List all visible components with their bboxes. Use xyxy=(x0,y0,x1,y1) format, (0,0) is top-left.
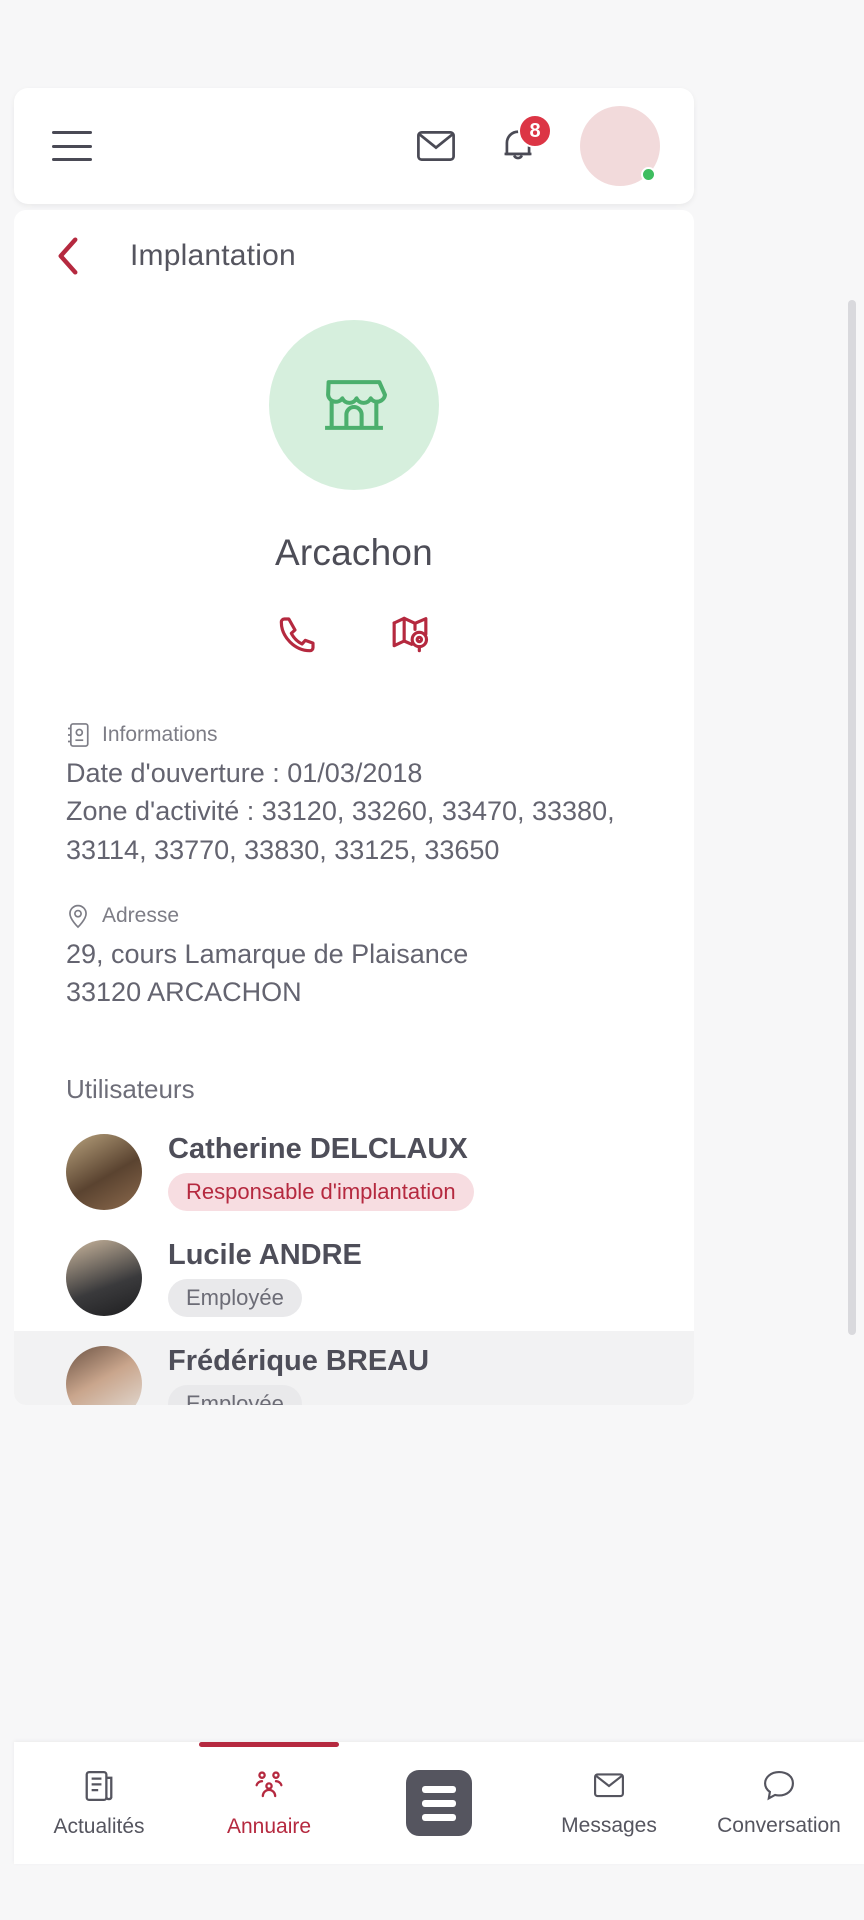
page-title: Implantation xyxy=(130,239,296,273)
user-name: Lucile ANDRE xyxy=(168,1239,362,1272)
fab-line xyxy=(422,1800,456,1807)
online-status-dot xyxy=(641,167,656,182)
news-icon xyxy=(82,1768,116,1804)
map-icon[interactable] xyxy=(382,606,438,662)
fab-line xyxy=(422,1786,456,1793)
address-line-1: 29, cours Lamarque de Plaisance xyxy=(66,935,642,973)
avatar xyxy=(66,1346,142,1405)
list-item[interactable]: Lucile ANDRE Employée xyxy=(14,1225,694,1331)
informations-heading: Informations xyxy=(66,722,642,748)
store-name: Arcachon xyxy=(275,532,433,574)
status-badge: Employée xyxy=(168,1385,302,1405)
active-tab-indicator xyxy=(199,1742,339,1747)
app-header: 8 xyxy=(14,88,694,204)
bell-icon[interactable]: 8 xyxy=(498,126,538,166)
informations-label: Informations xyxy=(102,723,218,747)
address-line-2: 33120 ARCACHON xyxy=(66,973,642,1011)
bottom-navigation: Actualités Annuaire xyxy=(14,1742,864,1864)
user-info: Lucile ANDRE Employée xyxy=(168,1239,362,1317)
list-item[interactable]: Frédérique BREAU Employée xyxy=(14,1331,694,1405)
chevron-left-icon[interactable] xyxy=(48,236,88,276)
nav-label: Actualités xyxy=(53,1815,144,1839)
app-screen: 8 Implantation xyxy=(0,0,864,1920)
nav-item-annuaire[interactable]: Annuaire xyxy=(184,1768,354,1839)
people-group-icon xyxy=(252,1768,286,1804)
nav-item-menu-fab[interactable] xyxy=(354,1770,524,1836)
phone-icon[interactable] xyxy=(270,606,326,662)
store-hero: Arcachon xyxy=(14,302,694,662)
chat-bubble-icon xyxy=(762,1769,796,1803)
nav-item-conversation[interactable]: Conversation xyxy=(694,1769,864,1838)
activity-zone-line-1: Zone d'activité : 33120, 33260, 33470, 3… xyxy=(66,792,642,830)
user-info: Frédérique BREAU Employée xyxy=(168,1345,429,1405)
notification-badge: 8 xyxy=(518,114,552,148)
user-name: Catherine DELCLAUX xyxy=(168,1133,474,1166)
store-actions xyxy=(270,606,438,662)
envelope-icon xyxy=(592,1769,626,1803)
vertical-scrollbar[interactable] xyxy=(848,300,856,1335)
user-name: Frédérique BREAU xyxy=(168,1345,429,1378)
address-section: Adresse 29, cours Lamarque de Plaisance … xyxy=(66,903,642,1012)
avatar xyxy=(66,1240,142,1316)
hamburger-line xyxy=(52,158,92,161)
hamburger-menu-icon[interactable] xyxy=(52,131,92,161)
hamburger-line xyxy=(52,145,92,148)
hamburger-line xyxy=(52,131,92,134)
nav-label: Annuaire xyxy=(227,1815,311,1839)
address-heading: Adresse xyxy=(66,903,642,929)
storefront-icon xyxy=(269,320,439,490)
header-actions: 8 xyxy=(416,106,660,186)
content-card: Implantation Arcachon xyxy=(14,210,694,1405)
menu-fab-icon[interactable] xyxy=(406,1770,472,1836)
avatar xyxy=(66,1134,142,1210)
status-badge: Responsable d'implantation xyxy=(168,1173,474,1211)
status-badge: Employée xyxy=(168,1279,302,1317)
envelope-icon[interactable] xyxy=(416,126,456,166)
nav-label: Messages xyxy=(561,1814,657,1838)
opening-date: Date d'ouverture : 01/03/2018 xyxy=(66,754,642,792)
address-label: Adresse xyxy=(102,904,179,928)
location-pin-icon xyxy=(66,903,90,929)
fab-line xyxy=(422,1814,456,1821)
nav-item-messages[interactable]: Messages xyxy=(524,1769,694,1838)
nav-item-actualites[interactable]: Actualités xyxy=(14,1768,184,1839)
activity-zone-line-2: 33114, 33770, 33830, 33125, 33650 xyxy=(66,831,642,869)
contact-card-icon xyxy=(66,722,90,748)
list-item[interactable]: Catherine DELCLAUX Responsable d'implant… xyxy=(14,1119,694,1225)
nav-label: Conversation xyxy=(717,1814,841,1838)
page-nav-bar: Implantation xyxy=(14,210,694,302)
user-avatar[interactable] xyxy=(580,106,660,186)
user-info: Catherine DELCLAUX Responsable d'implant… xyxy=(168,1133,474,1211)
users-heading: Utilisateurs xyxy=(14,1074,694,1105)
informations-section: Informations Date d'ouverture : 01/03/20… xyxy=(14,722,694,1012)
